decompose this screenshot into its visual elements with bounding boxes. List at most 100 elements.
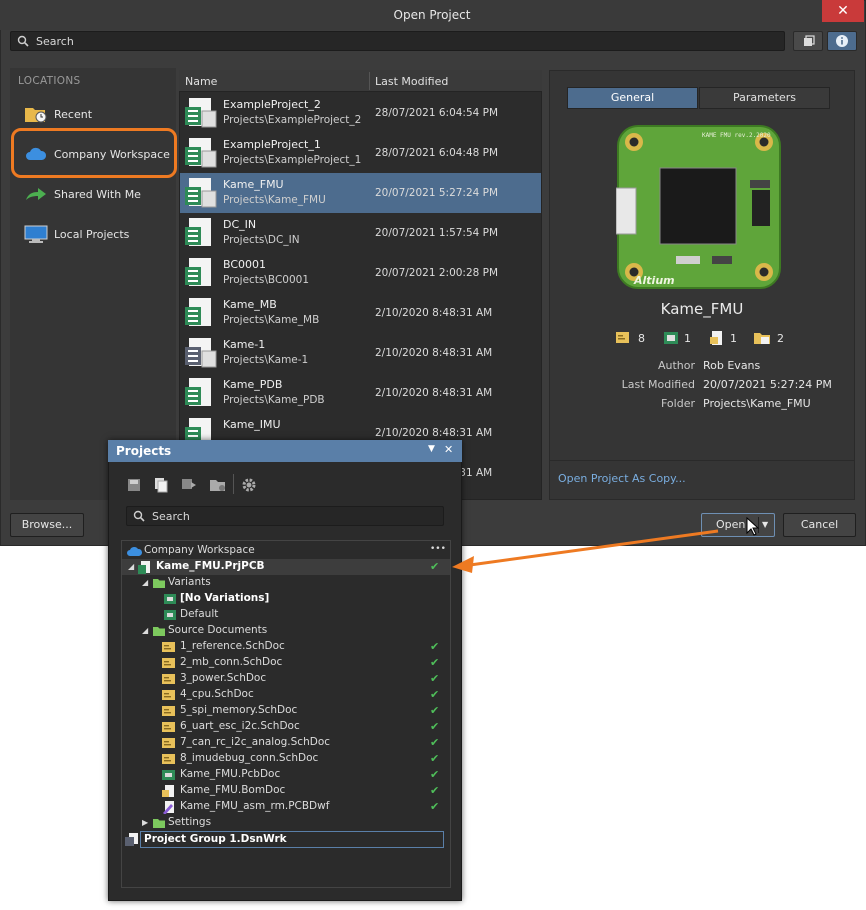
tree-settings-folder[interactable]: ▶ Settings <box>122 815 450 831</box>
tree-workspace[interactable]: Company Workspace ••• <box>122 543 450 559</box>
project-icon <box>184 217 218 252</box>
open-project-as-copy-link[interactable]: Open Project As Copy... <box>558 472 686 485</box>
highlight-ring <box>11 128 177 178</box>
folder-settings-icon[interactable] <box>209 477 227 496</box>
project-name: BC0001 <box>223 258 267 271</box>
share-arrow-icon <box>24 184 48 207</box>
project-name: Kame_IMU <box>223 418 281 431</box>
panel-menu-icon[interactable]: ▼ <box>428 444 435 454</box>
tree-document[interactable]: 7_can_rc_i2c_analog.SchDoc ✔ <box>122 735 450 751</box>
document-icon <box>709 331 725 348</box>
tree-document[interactable]: 5_spi_memory.SchDoc ✔ <box>122 703 450 719</box>
check-icon: ✔ <box>430 656 440 669</box>
cancel-button[interactable]: Cancel <box>783 513 856 537</box>
project-row[interactable]: Kame_MB Projects\Kame_MB 2/10/2020 8:48:… <box>180 293 541 333</box>
pcb-count: 1 <box>684 332 691 345</box>
schematic-icon <box>162 738 176 752</box>
project-date: 2/10/2020 8:48:31 AM <box>375 347 493 359</box>
pcb-icon <box>663 331 679 348</box>
projects-panel-titlebar: Projects ▼ ✕ <box>108 440 462 462</box>
tree-project[interactable]: ◢ Kame_FMU.PrjPCB ✔ <box>122 559 450 575</box>
chevron-down-icon[interactable]: ▼ <box>762 514 768 536</box>
location-recent[interactable]: Recent <box>14 97 176 131</box>
location-shared-with-me[interactable]: Shared With Me <box>14 177 176 211</box>
project-row[interactable]: ExampleProject_2 Projects\ExampleProject… <box>180 93 541 133</box>
tree-document[interactable]: 4_cpu.SchDoc ✔ <box>122 687 450 703</box>
board-silk-text: KAME FMU rev.2.2020 <box>702 132 771 139</box>
altium-logo: Altium <box>634 274 675 287</box>
projects-panel-title: Projects <box>116 444 172 458</box>
tree-document[interactable]: 8_imudebug_conn.SchDoc ✔ <box>122 751 450 767</box>
view-toggle-button[interactable] <box>793 31 823 51</box>
check-icon: ✔ <box>430 800 440 813</box>
expand-icon[interactable]: ◢ <box>128 562 134 571</box>
close-button[interactable]: ✕ <box>822 0 864 22</box>
location-label: Recent <box>54 108 93 121</box>
tree-document[interactable]: 3_power.SchDoc ✔ <box>122 671 450 687</box>
document-label: Kame_FMU.PcbDoc <box>180 768 281 780</box>
document-label: Kame_FMU_asm_rm.PCBDwf <box>180 800 330 812</box>
tree-variants-folder[interactable]: ◢ Variants <box>122 575 450 591</box>
save-icon[interactable] <box>127 478 141 495</box>
schematic-count: 8 <box>638 332 645 345</box>
gear-icon[interactable] <box>241 477 257 496</box>
project-row[interactable]: Kame_PDB Projects\Kame_PDB 2/10/2020 8:4… <box>180 373 541 413</box>
info-button[interactable] <box>827 31 857 51</box>
check-icon: ✔ <box>430 736 440 749</box>
tree-variant[interactable]: [No Variations] <box>122 591 450 607</box>
browse-button[interactable]: Browse... <box>10 513 84 537</box>
tree-document[interactable]: 2_mb_conn.SchDoc ✔ <box>122 655 450 671</box>
pcb-icon <box>162 770 176 784</box>
projects-toolbar <box>109 462 461 504</box>
more-options-icon[interactable]: ••• <box>430 544 446 554</box>
close-icon[interactable]: ✕ <box>444 443 453 456</box>
expand-icon[interactable]: ◢ <box>142 626 148 635</box>
project-date: 2/10/2020 8:48:31 AM <box>375 427 493 439</box>
project-name: Kame_MB <box>223 298 277 311</box>
tree-source-folder[interactable]: ◢ Source Documents <box>122 623 450 639</box>
project-file-label: Kame_FMU.PrjPCB <box>156 560 265 572</box>
folder-icon <box>152 577 166 592</box>
location-local-projects[interactable]: Local Projects <box>14 217 176 251</box>
project-date: 2/10/2020 8:48:31 AM <box>375 387 493 399</box>
search-input[interactable]: Search <box>10 31 785 51</box>
project-date: 28/07/2021 6:04:48 PM <box>375 147 499 159</box>
tab-general[interactable]: General <box>567 87 698 109</box>
open-button[interactable]: Open ▼ <box>701 513 775 537</box>
monitor-icon <box>24 224 48 247</box>
tab-parameters[interactable]: Parameters <box>699 87 830 109</box>
project-row[interactable]: ExampleProject_1 Projects\ExampleProject… <box>180 133 541 173</box>
cloud-icon <box>126 545 143 560</box>
project-path: Projects\Kame_PDB <box>223 394 325 406</box>
folder-icon <box>152 625 166 640</box>
document-label: 3_power.SchDoc <box>180 672 267 684</box>
tree-project-group[interactable]: Project Group 1.DsnWrk <box>125 831 444 848</box>
tree-document[interactable]: Kame_FMU.PcbDoc ✔ <box>122 767 450 783</box>
column-name-header[interactable]: Name <box>185 75 217 88</box>
project-group-label: Project Group 1.DsnWrk <box>144 833 287 845</box>
search-icon <box>133 510 145 525</box>
check-icon: ✔ <box>430 720 440 733</box>
list-header: Name Last Modified <box>179 70 542 92</box>
tree-document[interactable]: Kame_FMU.BomDoc ✔ <box>122 783 450 799</box>
collapse-icon[interactable]: ▶ <box>142 818 148 827</box>
tree-document[interactable]: 1_reference.SchDoc ✔ <box>122 639 450 655</box>
copy-view-icon <box>804 35 815 46</box>
tree-document[interactable]: Kame_FMU_asm_rm.PCBDwf ✔ <box>122 799 450 815</box>
project-name: ExampleProject_1 <box>223 138 321 151</box>
project-row[interactable]: BC0001 Projects\BC0001 20/07/2021 2:00:2… <box>180 253 541 293</box>
tree-document[interactable]: 6_uart_esc_i2c.SchDoc ✔ <box>122 719 450 735</box>
move-icon[interactable] <box>181 478 197 495</box>
expand-icon[interactable]: ◢ <box>142 578 148 587</box>
schematic-icon <box>162 722 176 736</box>
column-modified-header[interactable]: Last Modified <box>375 75 448 88</box>
projects-search-input[interactable]: Search <box>126 506 444 526</box>
project-row-selected[interactable]: Kame_FMU Projects\Kame_FMU 20/07/2021 5:… <box>180 173 541 213</box>
document-label: 4_cpu.SchDoc <box>180 688 254 700</box>
project-path: Projects\DC_IN <box>223 234 300 246</box>
project-row[interactable]: DC_IN Projects\DC_IN 20/07/2021 1:57:54 … <box>180 213 541 253</box>
tree-variant[interactable]: Default <box>122 607 450 623</box>
copy-icon[interactable] <box>153 477 169 496</box>
project-row[interactable]: Kame-1 Projects\Kame-1 2/10/2020 8:48:31… <box>180 333 541 373</box>
schematic-icon <box>615 331 631 348</box>
